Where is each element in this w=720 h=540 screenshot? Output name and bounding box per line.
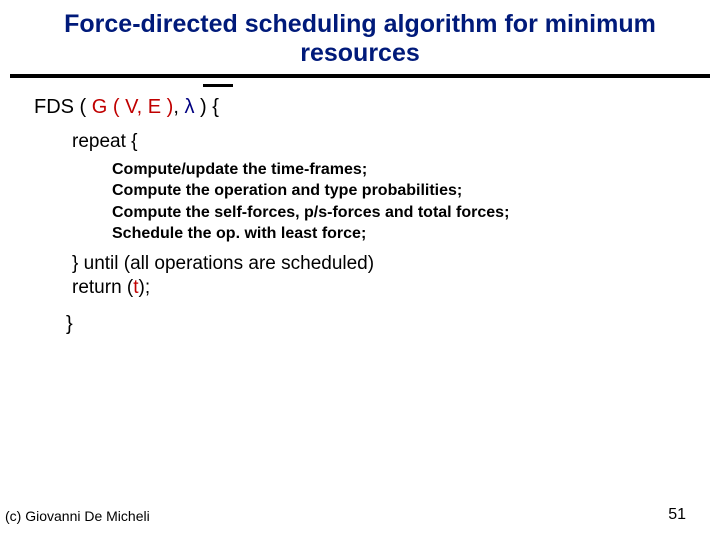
- step-line: Compute/update the time-frames;: [112, 159, 720, 181]
- step-line: Compute the self-forces, p/s-forces and …: [112, 202, 720, 224]
- until-block: } until (all operations are scheduled) r…: [72, 253, 720, 299]
- lambda-overbar: [203, 84, 233, 87]
- footer-author: (c) Giovanni De Micheli: [5, 508, 150, 524]
- return-suffix: );: [139, 277, 151, 298]
- sig-sep: ,: [173, 96, 184, 118]
- sig-graph-open: G (: [92, 96, 125, 118]
- slide-body: FDS ( G ( V, E ), λ ) { repeat { Compute…: [0, 78, 720, 336]
- slide-title: Force-directed scheduling algorithm for …: [0, 0, 720, 70]
- step-line: Schedule the op. with least force;: [112, 223, 720, 245]
- sig-prefix: FDS (: [34, 96, 92, 118]
- sig-e: E: [148, 96, 167, 118]
- until-line: } until (all operations are scheduled): [72, 253, 720, 275]
- close-brace: }: [66, 313, 720, 336]
- step-line: Compute the operation and type probabili…: [112, 180, 720, 202]
- repeat-open: repeat {: [72, 131, 720, 153]
- steps-block: Compute/update the time-frames; Compute …: [112, 159, 720, 245]
- sig-suffix: ) {: [194, 96, 218, 118]
- sig-lambda: λ: [184, 96, 194, 118]
- slide-root: Force-directed scheduling algorithm for …: [0, 0, 720, 540]
- return-line: return (t);: [72, 277, 720, 299]
- signature-wrap: FDS ( G ( V, E ), λ ) {: [34, 96, 219, 119]
- sig-v: V,: [125, 96, 148, 118]
- footer-page-number: 51: [668, 506, 686, 524]
- algorithm-signature: FDS ( G ( V, E ), λ ) {: [34, 96, 720, 119]
- return-prefix: return (: [72, 277, 133, 298]
